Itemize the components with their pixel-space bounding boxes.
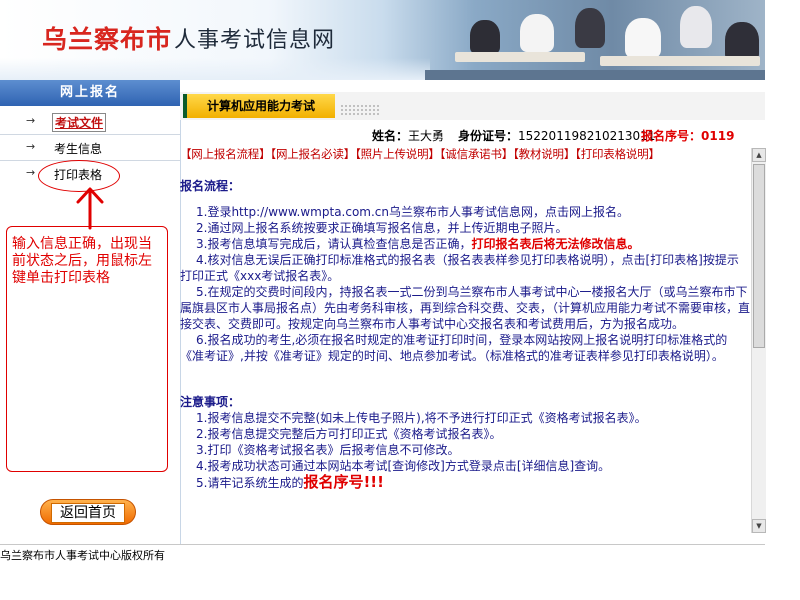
scroll-thumb[interactable]	[753, 164, 765, 348]
step-3-warning: 打印报名表后将无法修改信息。	[471, 237, 640, 251]
tab-computer-exam[interactable]: 计算机应用能力考试	[183, 94, 335, 118]
banner-photo-figure	[680, 6, 712, 48]
notice-4: 4.报考成功状态可通过本网站本考试[查询修改]方式登录点击[详细信息]查询。	[196, 459, 611, 473]
content-scrollbar[interactable]: ▲ ▼	[751, 148, 766, 533]
notice-5-text: 5.请牢记系统生成的	[196, 476, 304, 490]
scroll-down-icon[interactable]: ▼	[752, 519, 766, 533]
step-5: 5.在规定的交费时间段内，持报名表一式二份到乌兰察布市人事考试中心一楼报名大厅（…	[180, 285, 750, 331]
sidebar-item-exam-docs[interactable]: → 考试文件	[0, 110, 180, 135]
annotation-arrow-icon	[76, 187, 104, 230]
candidate-info-bar: 姓名：王大勇 身份证号：152201198210213011 报名序号：0119	[180, 124, 765, 144]
banner-wave	[0, 58, 430, 80]
sidebar-item-label: 考生信息	[54, 142, 103, 156]
id-value: 152201198210213011	[518, 129, 656, 143]
tab-decoration	[340, 104, 380, 116]
link-print-help[interactable]: 【打印表格说明】	[575, 147, 660, 161]
id-label: 身份证号：	[458, 129, 519, 143]
notice-5: 5.请牢记系统生成的报名序号!!!	[180, 474, 750, 491]
link-photo-upload[interactable]: 【照片上传说明】	[355, 147, 440, 161]
link-must-read[interactable]: 【网上报名必读】	[270, 147, 355, 161]
step-4: 4.核对信息无误后正确打印标准格式的报名表（报名表表样参见打印表格说明），点击[…	[180, 253, 739, 283]
sidebar-item-candidate-info[interactable]: → 考生信息	[0, 136, 180, 161]
name-value: 王大勇	[408, 129, 445, 143]
footer-copyright: 乌兰察布市人事考试中心版权所有	[0, 549, 165, 562]
notice-2: 2.报考信息提交完整后方可打印正式《资格考试报名表》。	[196, 427, 502, 441]
notice-3: 3.打印《资格考试报名表》后报考信息不可修改。	[196, 443, 460, 457]
banner-photo-figure	[625, 18, 661, 58]
id-field: 身份证号：152201198210213011	[458, 127, 655, 144]
banner-photo-base	[425, 70, 765, 80]
link-textbook[interactable]: 【教材说明】	[513, 147, 575, 161]
name-label: 姓名：	[372, 129, 409, 143]
banner-photo-figure	[470, 20, 500, 54]
annotation-hint-text: 输入信息正确，出现当前状态之后，用鼠标左键单击打印表格	[12, 236, 152, 286]
exam-tab-bar: 计算机应用能力考试	[180, 92, 765, 120]
banner-photo-desk	[455, 52, 585, 62]
step-2: 2.通过网上报名系统按要求正确填写报名信息，并上传近期电子照片。	[196, 221, 568, 235]
help-links: 【网上报名流程】【网上报名必读】【照片上传说明】【诚信承诺书】【教材说明】【打印…	[180, 146, 750, 164]
serial-label: 报名序号：	[641, 129, 702, 143]
process-title: 报名流程：	[180, 179, 241, 193]
banner-photo-figure	[520, 14, 554, 52]
arrow-right-icon: →	[26, 166, 36, 179]
arrow-right-icon: →	[26, 140, 36, 153]
serial-value: 0119	[701, 129, 735, 143]
site-title: 人事考试信息网	[174, 28, 336, 53]
name-field: 姓名：王大勇	[372, 127, 444, 144]
return-home-button[interactable]: 返回首页	[40, 499, 136, 525]
scroll-up-icon[interactable]: ▲	[752, 148, 766, 162]
link-integrity-pledge[interactable]: 【诚信承诺书】	[440, 147, 514, 161]
arrow-right-icon: →	[26, 114, 36, 127]
return-home-label: 返回首页	[51, 503, 125, 523]
link-process[interactable]: 【网上报名流程】	[180, 147, 271, 161]
step-6: 6.报名成功的考生,必须在报名时规定的准考证打印时间，登录本网站按网上报名说明打…	[180, 333, 728, 363]
step-3: 3.报考信息填写完成后，请认真检查信息是否正确，打印报名表后将无法修改信息。	[180, 236, 750, 252]
notice-1: 1.报考信息提交不完整(如未上传电子照片),将不予进行打印正式《资格考试报名表》…	[196, 411, 647, 425]
notice-title: 注意事项：	[180, 395, 241, 409]
banner-photo-desk	[600, 56, 760, 66]
serial-field: 报名序号：0119	[641, 127, 734, 144]
step-1: 1.登录http://www.wmpta.com.cn乌兰察布市人事考试信息网，…	[196, 205, 630, 219]
site-banner: 乌兰察布市 人事考试信息网	[0, 0, 765, 80]
step-3-text: 3.报考信息填写完成后，请认真检查信息是否正确，	[196, 237, 472, 251]
notice-5-serial: 报名序号!!!	[303, 473, 384, 491]
instructions-panel: 报名流程： 1.登录http://www.wmpta.com.cn乌兰察布市人事…	[180, 166, 750, 536]
sidebar-item-label: 考试文件	[52, 113, 107, 132]
site-title-city: 乌兰察布市	[42, 25, 173, 54]
banner-photo-figure	[575, 8, 605, 48]
sidebar-header: 网上报名	[0, 80, 180, 106]
